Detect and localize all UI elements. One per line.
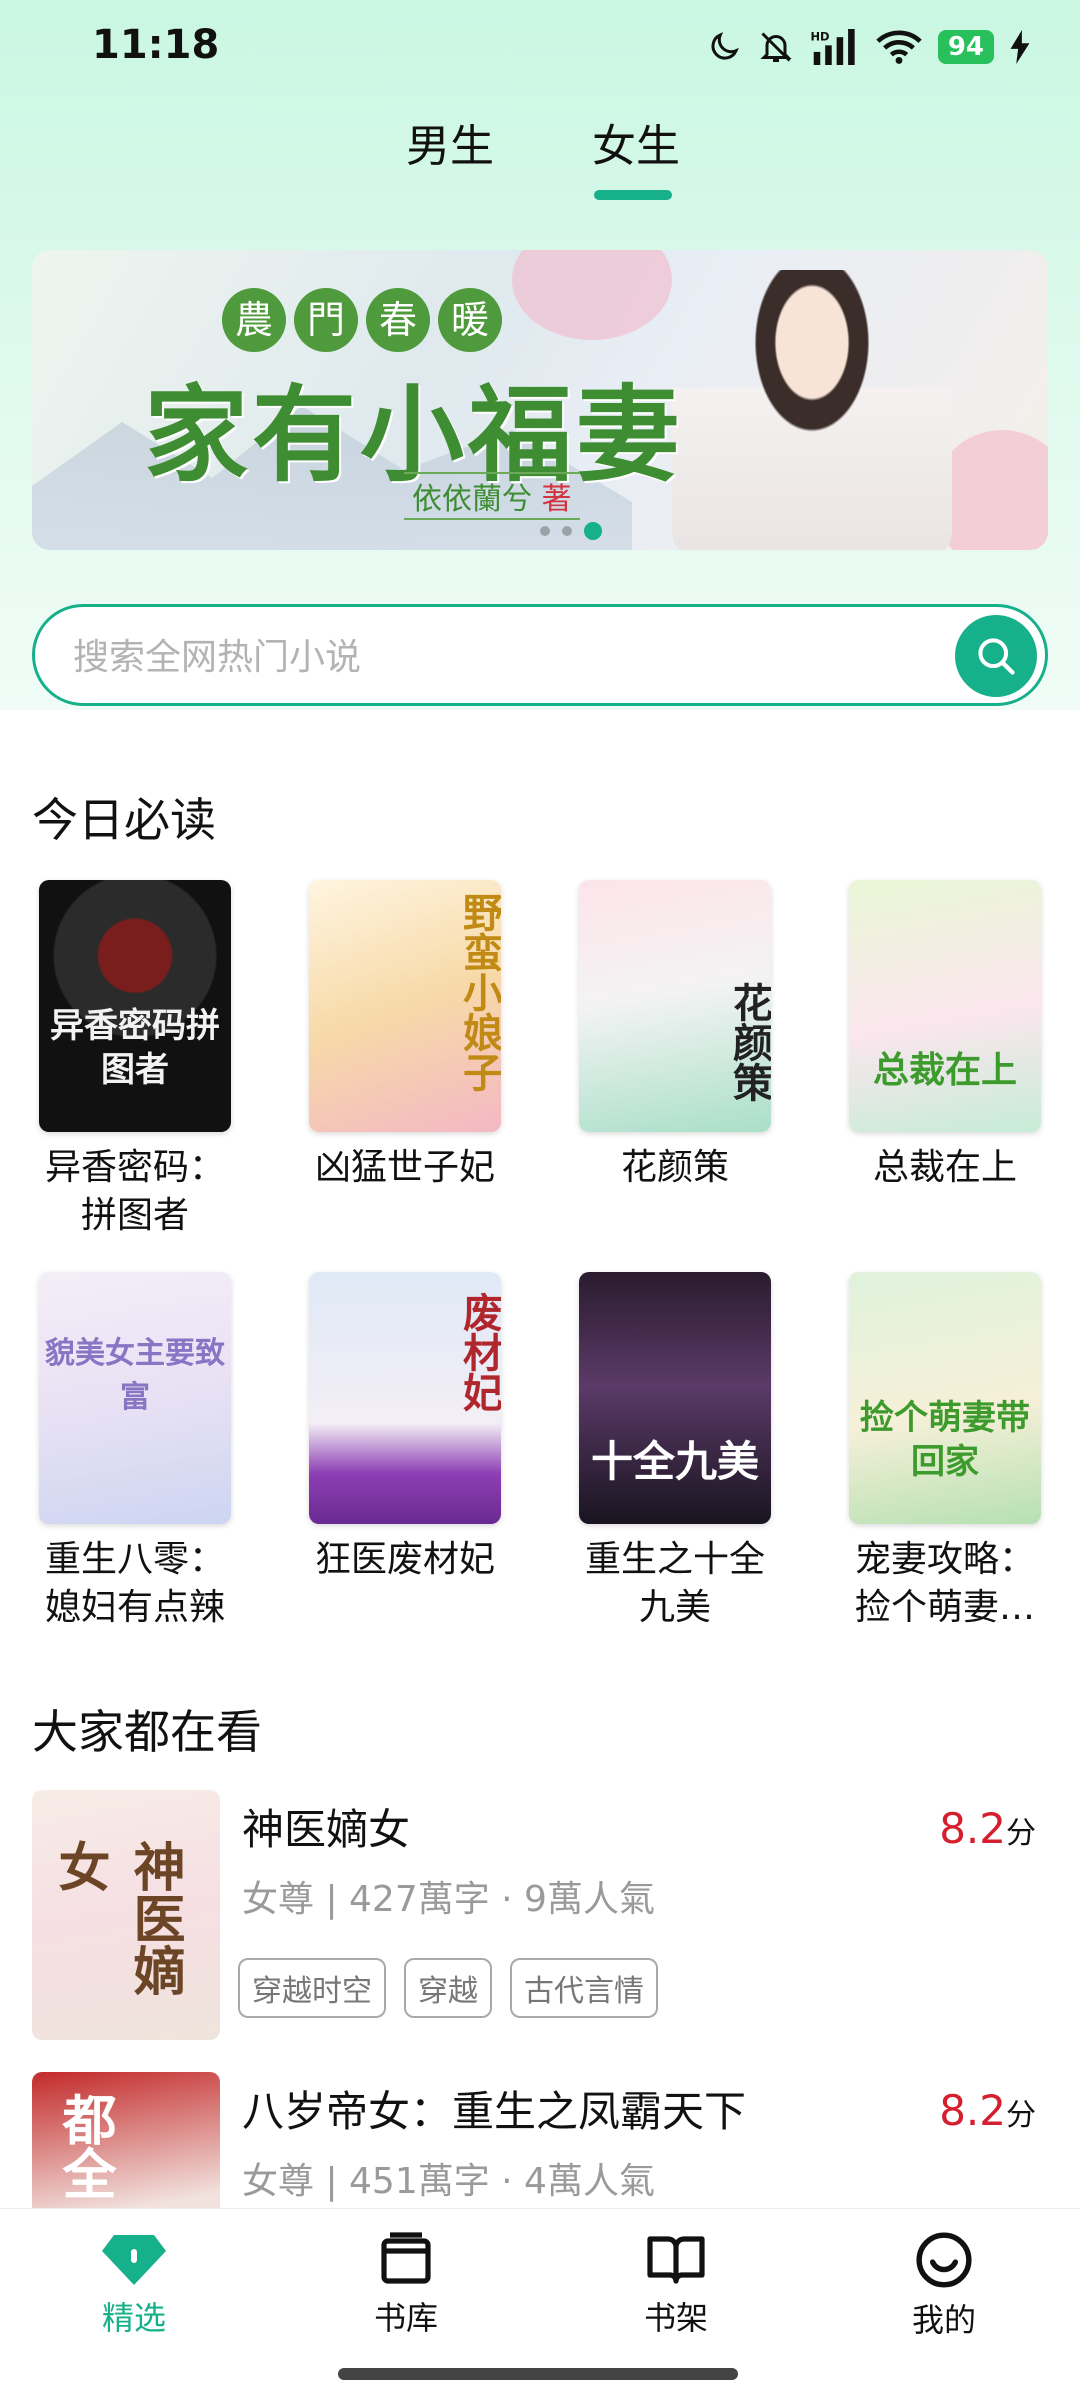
battery-indicator: 94 [937, 30, 994, 64]
search-input[interactable] [73, 633, 923, 681]
wifi-icon [876, 30, 922, 64]
book-cover: 总裁在上 [849, 880, 1041, 1132]
nav-item-library[interactable]: 书库 [326, 2231, 486, 2339]
nav-label: 精选 [101, 2299, 166, 2337]
list-item-meta: 女尊 | 451萬字 · 4萬人氣 [242, 2161, 655, 2202]
banner-pagination [540, 522, 602, 540]
book-cover-text: 神医嫡女 [49, 1840, 185, 1996]
banner-author-name: 依依蘭兮 [412, 482, 532, 517]
nav-item-bookshelf[interactable]: 书架 [596, 2231, 756, 2339]
book-cover: 异香密码拼图者 [39, 880, 231, 1132]
diamond-icon [102, 2235, 166, 2285]
section-title-today: 今日必读 [32, 793, 216, 847]
list-item-title: 八岁帝女：重生之凤霸天下 [242, 2087, 747, 2136]
book-cover: 废材妃 [309, 1272, 501, 1524]
tab-female[interactable]: 女生 [592, 110, 680, 174]
banner-author: 依依蘭兮 著 [404, 472, 580, 520]
book-cover: 貌美女主要致富 [39, 1272, 231, 1524]
book-cover-text: 都全 [53, 2092, 117, 2200]
smile-icon [916, 2232, 972, 2288]
book-title: 花颜策 [620, 1147, 729, 1188]
book-cover: 野蛮小娘子 [309, 880, 501, 1132]
tag[interactable]: 穿越 [404, 1958, 492, 2018]
banner-subtitle-char: 春 [366, 288, 430, 352]
library-icon [381, 2232, 431, 2284]
moon-icon [711, 32, 739, 60]
book-cover-text: 野蛮小娘子 [456, 892, 501, 1092]
book-cover-text: 捡个萌妻带回家 [860, 1398, 1030, 1482]
list-item-meta: 女尊 | 427萬字 · 9萬人氣 [242, 1879, 655, 1920]
book-title: 狂医废材妃 [314, 1539, 495, 1580]
book-cover: 捡个萌妻带回家 [849, 1272, 1041, 1524]
nav-label: 我的 [911, 2301, 976, 2339]
tag[interactable]: 穿越时空 [238, 1958, 386, 2018]
home-indicator[interactable] [338, 2368, 738, 2380]
svg-text:HD: HD [810, 29, 829, 43]
nav-label: 书库 [373, 2299, 438, 2337]
banner-author-suffix: 著 [541, 482, 572, 517]
tab-male[interactable]: 男生 [406, 110, 494, 174]
book-card[interactable]: 十全九美 重生之十全 九美 [560, 1272, 790, 1632]
signal-icon: HD [810, 29, 855, 65]
book-cover: 神医嫡女 [32, 1790, 220, 2040]
nav-label: 书架 [643, 2299, 708, 2337]
search-icon [978, 638, 1015, 675]
banner-dot-active[interactable] [584, 522, 602, 540]
section-title-popular: 大家都在看 [32, 1705, 262, 1759]
book-card[interactable]: 捡个萌妻带回家 宠妻攻略： 捡个萌妻… [830, 1272, 1060, 1632]
banner-subtitle-char: 農 [222, 288, 286, 352]
book-cover-text: 十全九美 [590, 1437, 759, 1486]
book-title: 凶猛世子妃 [314, 1147, 495, 1188]
book-title: 宠妻攻略： 捡个萌妻… [854, 1539, 1035, 1628]
book-cover-text: 花颜策 [726, 982, 771, 1102]
status-time: 11:18 [92, 22, 220, 68]
banner-blossom [512, 250, 672, 340]
book-title: 重生八零： 媳妇有点辣 [44, 1539, 225, 1628]
nav-item-profile[interactable]: 我的 [864, 2231, 1024, 2341]
book-cover-text: 废材妃 [456, 1292, 501, 1412]
book-card[interactable]: 野蛮小娘子 凶猛世子妃 [290, 880, 520, 1192]
book-card[interactable]: 异香密码拼图者 异香密码： 拼图者 [20, 880, 250, 1240]
list-item-score: 8.2分 [939, 2086, 1036, 2135]
banner-dot[interactable] [562, 526, 572, 536]
book-title: 异香密码： 拼图者 [44, 1147, 225, 1236]
book-cover-text: 异香密码拼图者 [50, 1006, 220, 1090]
banner-subtitle-char: 暖 [438, 288, 502, 352]
tag[interactable]: 古代言情 [510, 1958, 658, 2018]
book-cover-text: 总裁在上 [872, 1049, 1017, 1091]
tag-list: 穿越时空 穿越 古代言情 [238, 1958, 658, 2018]
book-title: 总裁在上 [872, 1147, 1017, 1188]
promo-banner[interactable]: 農 門 春 暖 家有小福妻 依依蘭兮 著 [32, 250, 1048, 550]
book-card[interactable]: 貌美女主要致富 重生八零： 媳妇有点辣 [20, 1272, 250, 1632]
status-bar: 11:18 HD 94 [0, 0, 1080, 96]
book-card[interactable]: 花颜策 花颜策 [560, 880, 790, 1192]
banner-subtitle: 農 門 春 暖 [222, 288, 502, 352]
banner-subtitle-char: 門 [294, 288, 358, 352]
list-item-score: 8.2分 [939, 1804, 1036, 1853]
status-icons: HD 94 [706, 24, 1030, 70]
book-card[interactable]: 总裁在上 总裁在上 [830, 880, 1060, 1192]
tab-active-indicator [594, 190, 672, 200]
gender-tabs: 男生 女生 [0, 110, 1080, 210]
charging-bolt-icon [1010, 30, 1030, 64]
search-button[interactable] [955, 615, 1037, 697]
book-cover-text: 貌美女主要致富 [45, 1336, 225, 1415]
bell-off-icon [760, 32, 792, 62]
banner-illustration [672, 270, 952, 550]
book-card[interactable]: 废材妃 狂医废材妃 [290, 1272, 520, 1584]
list-item-title: 神医嫡女 [242, 1805, 411, 1854]
book-title: 重生之十全 九美 [584, 1539, 765, 1628]
nav-item-featured[interactable]: 精选 [54, 2231, 214, 2339]
open-book-icon [647, 2236, 705, 2284]
search-bar [32, 604, 1048, 706]
list-item[interactable]: 神医嫡女 神医嫡女 女尊 | 427萬字 · 9萬人氣 8.2分 穿越时空 穿越… [0, 1790, 1080, 2050]
book-cover: 花颜策 [579, 880, 771, 1132]
book-cover: 十全九美 [579, 1272, 771, 1524]
banner-dot[interactable] [540, 526, 550, 536]
